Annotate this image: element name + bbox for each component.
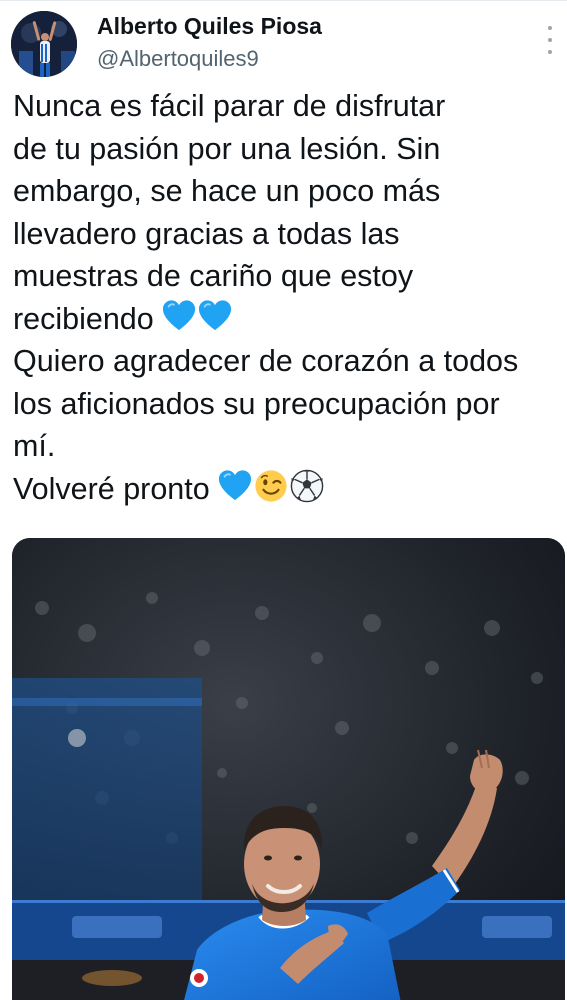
author-name[interactable]: Alberto Quiles Piosa (97, 13, 322, 40)
blue-heart-emoji (199, 299, 232, 330)
blue-heart-emoji (163, 299, 196, 330)
avatar-image (11, 11, 77, 77)
blue-heart-emoji (219, 469, 252, 500)
tweet-line: Nunca es fácil parar de disfrutar (13, 89, 446, 123)
soccer-ball-emoji (290, 469, 324, 502)
winking-face-emoji (255, 469, 287, 502)
tweet-line-with-emoji: Volveré pronto (13, 468, 561, 511)
avatar[interactable] (11, 11, 77, 77)
tweet-line: los aficionados su preocupación por (13, 386, 500, 421)
tweet: Alberto Quiles Piosa @Albertoquiles9 Nun… (0, 0, 567, 1000)
tweet-text: Nunca es fácil parar de disfrutar de tu … (13, 85, 561, 510)
tweet-line-text: recibiendo (13, 301, 154, 336)
tweet-line-with-emoji: recibiendo (13, 298, 561, 341)
tweet-line: de tu pasión por una lesión. Sin (13, 131, 441, 166)
tweet-line: Quiero agradecer de corazón a todos (13, 344, 519, 378)
tweet-line-text: Volveré pronto (13, 471, 210, 506)
tweet-line: muestras de cariño que estoy (13, 259, 414, 293)
tweet-photo[interactable] (12, 538, 565, 1000)
player-celebration-photo (12, 538, 565, 1000)
tweet-line: embargo, se hace un poco más (13, 174, 441, 208)
tweet-line: llevadero gracias a todas las (13, 216, 400, 251)
tweet-line: mí. (13, 429, 56, 463)
more-vertical-icon[interactable] (545, 26, 555, 54)
author-handle[interactable]: @Albertoquiles9 (97, 46, 259, 72)
